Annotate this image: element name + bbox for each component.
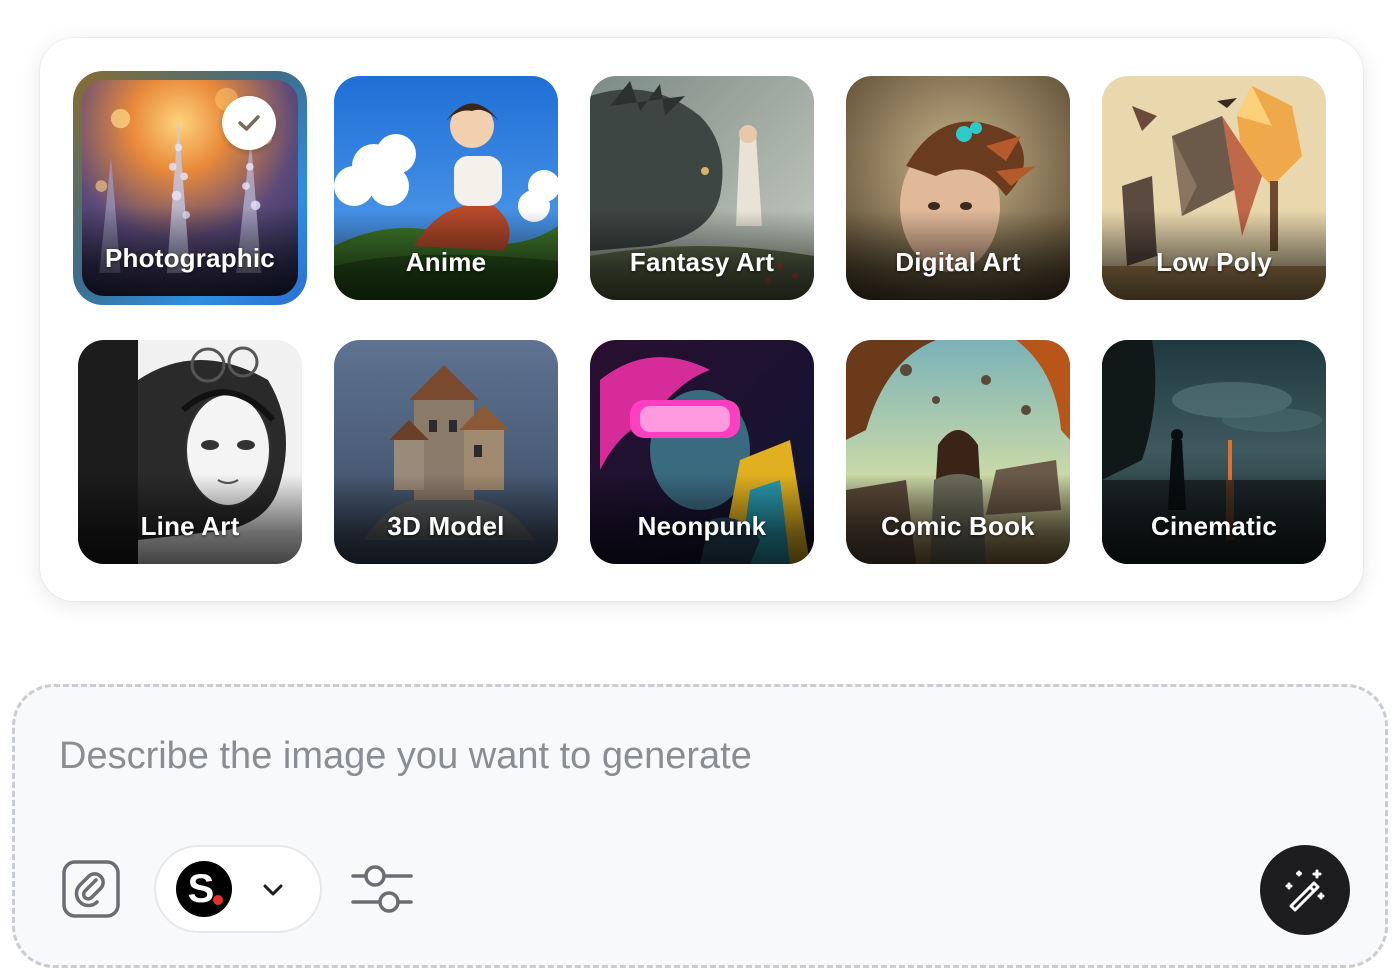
- sliders-icon: [351, 865, 413, 913]
- style-label: Low Poly: [1156, 247, 1272, 277]
- style-tile-cinematic[interactable]: Cinematic: [1102, 340, 1326, 564]
- style-label: Cinematic: [1150, 511, 1278, 541]
- model-select[interactable]: S: [154, 845, 322, 933]
- settings-button[interactable]: [351, 859, 415, 919]
- tile-image-frame: Photographic: [82, 80, 298, 296]
- style-tile-anime[interactable]: Anime: [334, 76, 558, 300]
- model-logo-letter: S: [187, 866, 215, 911]
- style-label: Fantasy Art: [629, 247, 775, 277]
- style-tile-photographic[interactable]: Photographic: [73, 71, 307, 305]
- style-label: Photographic: [105, 243, 275, 273]
- page: Photographic Anime Fantasy Art Digital A…: [0, 0, 1400, 974]
- style-tile-fantasy-art[interactable]: Fantasy Art: [590, 76, 814, 300]
- style-label: Neonpunk: [637, 511, 767, 541]
- prompt-composer: S: [12, 684, 1388, 968]
- style-label: 3D Model: [387, 511, 505, 541]
- style-picker-panel: Photographic Anime Fantasy Art Digital A…: [40, 38, 1363, 601]
- style-label: Comic Book: [881, 511, 1035, 541]
- style-tile-digital-art[interactable]: Digital Art: [846, 76, 1070, 300]
- style-tile-3d-model[interactable]: 3D Model: [334, 340, 558, 564]
- style-label: Line Art: [140, 511, 240, 541]
- style-grid: Photographic Anime Fantasy Art Digital A…: [73, 71, 1326, 564]
- style-tile-neonpunk[interactable]: Neonpunk: [590, 340, 814, 564]
- style-label: Digital Art: [895, 247, 1021, 277]
- selected-badge: [222, 96, 276, 150]
- prompt-input[interactable]: [57, 727, 1261, 785]
- style-tile-comic-book[interactable]: Comic Book: [846, 340, 1070, 564]
- model-logo: S: [176, 861, 232, 917]
- generate-button[interactable]: [1260, 845, 1350, 935]
- style-tile-line-art[interactable]: Line Art: [78, 340, 302, 564]
- style-label: Anime: [405, 247, 487, 277]
- chevron-down-icon: [263, 884, 283, 896]
- check-icon: [238, 115, 260, 131]
- attach-icon: [62, 860, 120, 918]
- model-logo-dot: [213, 895, 223, 905]
- attach-button[interactable]: [61, 859, 121, 919]
- style-tile-low-poly[interactable]: Low Poly: [1102, 76, 1326, 300]
- magic-wand-icon: [1285, 869, 1325, 912]
